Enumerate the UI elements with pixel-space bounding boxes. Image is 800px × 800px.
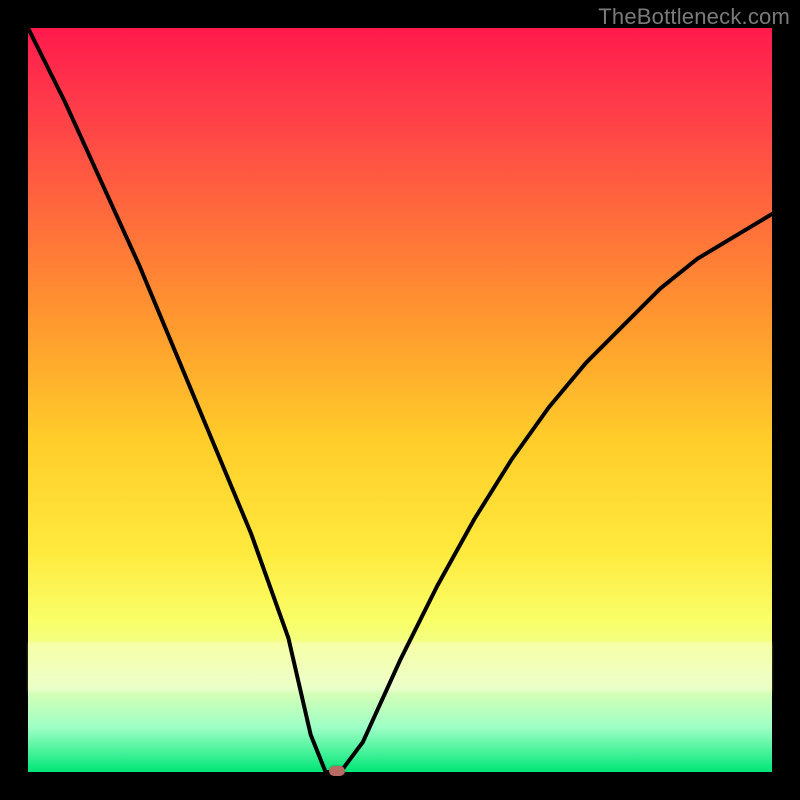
plot-area [28,28,772,772]
minimum-marker [329,766,345,776]
chart-frame: TheBottleneck.com [0,0,800,800]
bottleneck-curve [28,28,772,772]
watermark-label: TheBottleneck.com [598,4,790,30]
